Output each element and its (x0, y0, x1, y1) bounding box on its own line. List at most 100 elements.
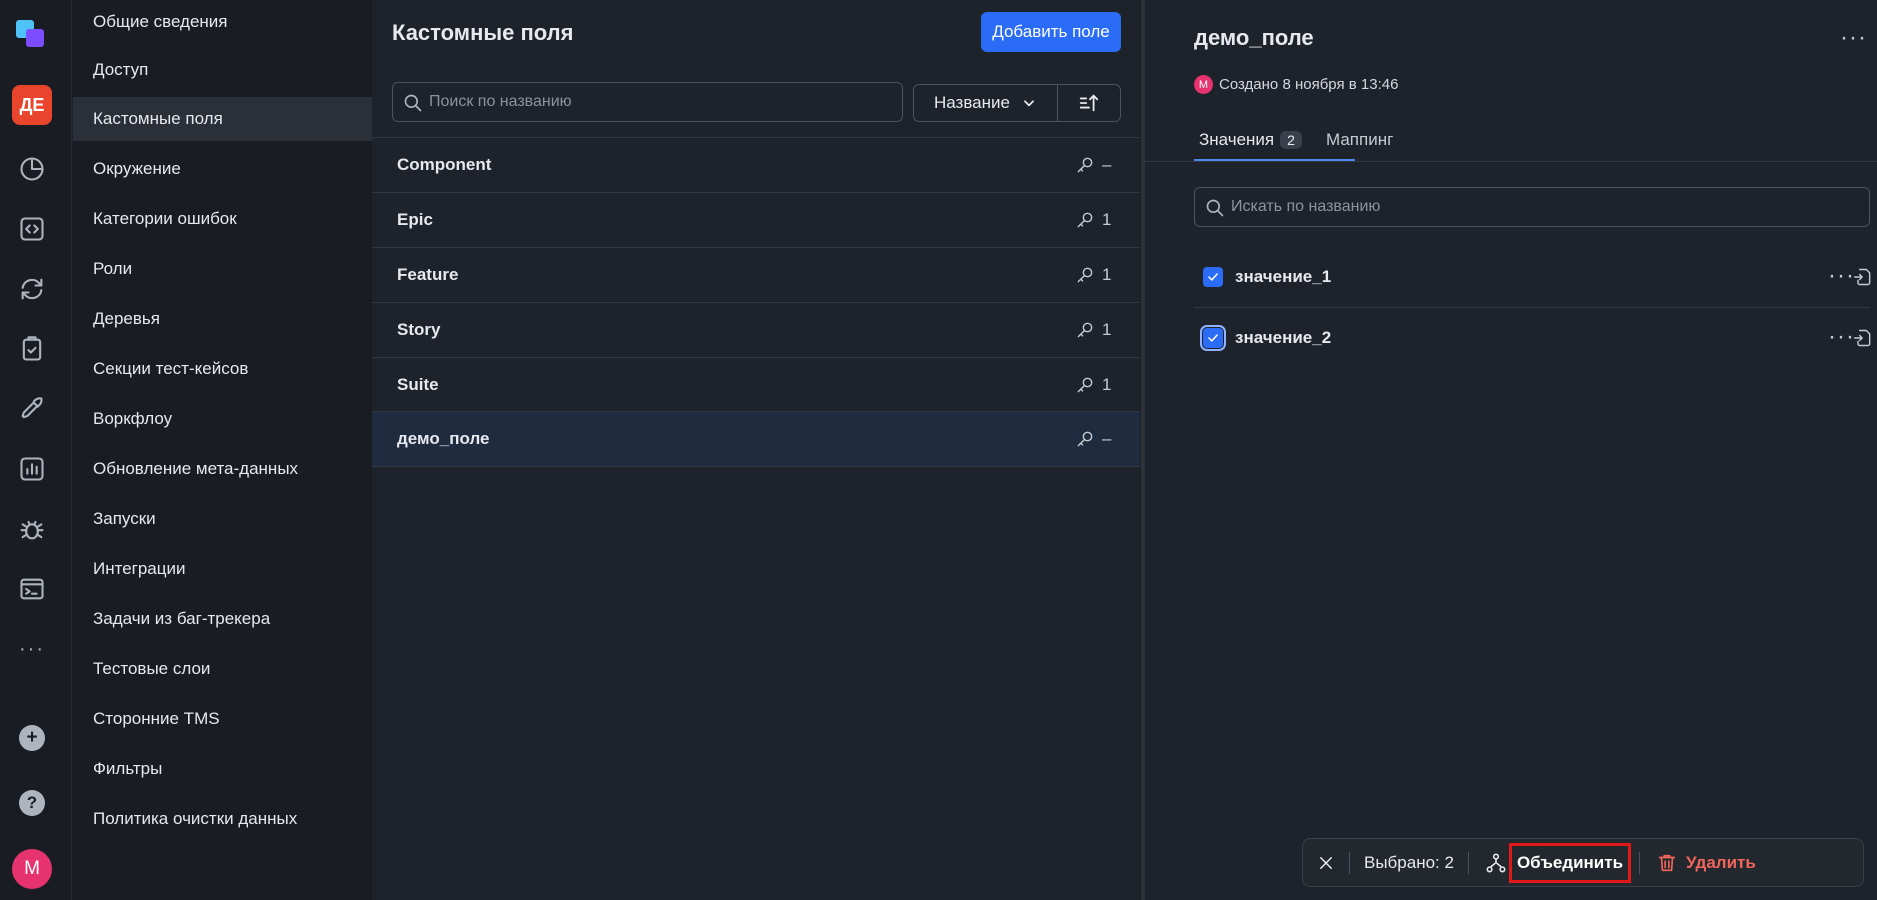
project-badge[interactable]: ДЕ (12, 85, 52, 125)
field-count: 1 (1102, 320, 1112, 339)
sort-select[interactable]: Название (913, 84, 1058, 122)
page-title: Кастомные поля (392, 20, 574, 45)
key-icon (1075, 155, 1095, 175)
add-field-button[interactable]: Добавить поле (981, 12, 1121, 52)
field-row-selected[interactable]: демо_поле – (372, 411, 1140, 466)
created-text: Создано 8 ноября в 13:46 (1219, 76, 1399, 93)
value-divider (1194, 307, 1870, 308)
dashboard-icon[interactable] (14, 151, 50, 187)
detail-title: демо_поле (1194, 25, 1314, 50)
user-avatar[interactable]: М (12, 849, 52, 889)
field-count: – (1102, 155, 1112, 174)
settings-item-environment[interactable]: Окружение (73, 147, 372, 191)
value-more-icon[interactable]: ··· (1828, 323, 1855, 351)
field-row[interactable]: Component – (372, 137, 1140, 192)
key-icon (1075, 320, 1095, 340)
value-row[interactable]: значение_2 1 (1194, 309, 1877, 367)
settings-item-error-categories[interactable]: Категории ошибок (73, 197, 372, 241)
app-rail: ДЕ ··· + ? М (0, 0, 72, 900)
value-name: значение_2 (1235, 328, 1332, 347)
field-detail-panel: демо_поле ··· М Создано 8 ноября в 13:46… (1145, 0, 1877, 900)
value-row[interactable]: значение_1 1 (1194, 248, 1877, 306)
fields-search-input[interactable] (429, 93, 902, 111)
settings-menu: Общие сведения Доступ Кастомные поля Окр… (73, 0, 372, 900)
field-row[interactable]: Epic 1 (372, 192, 1140, 247)
tab-values-count: 2 (1280, 131, 1302, 149)
bulk-action-bar: Выбрано: 2 Объединить Удалить (1302, 838, 1864, 887)
check-icon (1208, 334, 1218, 342)
code-icon[interactable] (14, 211, 50, 247)
field-name: Suite (397, 375, 439, 394)
settings-item-integrations[interactable]: Интеграции (73, 547, 372, 591)
more-icon[interactable]: ··· (14, 631, 50, 667)
close-icon[interactable] (1303, 854, 1349, 872)
terminal-icon[interactable] (14, 571, 50, 607)
field-row[interactable]: Story 1 (372, 302, 1140, 357)
key-icon (1075, 429, 1095, 449)
tabs-divider (1145, 161, 1877, 162)
settings-item-general[interactable]: Общие сведения (73, 0, 372, 44)
settings-item-filters[interactable]: Фильтры (73, 747, 372, 791)
usage-icon (1853, 328, 1873, 348)
key-icon (1075, 375, 1095, 395)
settings-item-workflow[interactable]: Воркфлоу (73, 397, 372, 441)
value-more-icon[interactable]: ··· (1828, 262, 1855, 290)
settings-item-testcase-sections[interactable]: Секции тест-кейсов (73, 347, 372, 391)
field-count: 1 (1102, 265, 1112, 284)
settings-item-third-party-tms[interactable]: Сторонние TMS (73, 697, 372, 741)
value-checkbox[interactable] (1200, 325, 1226, 351)
sort-ascending-icon (1079, 94, 1099, 112)
field-row[interactable]: Suite 1 (372, 357, 1140, 412)
bar-separator (1639, 851, 1641, 874)
merge-icon[interactable] (1485, 852, 1507, 874)
settings-item-custom-fields[interactable]: Кастомные поля (73, 97, 372, 141)
sort-select-label: Название (934, 93, 1010, 112)
bar-separator (1467, 851, 1469, 874)
values-search-input[interactable] (1231, 198, 1869, 216)
reports-icon[interactable] (14, 451, 50, 487)
settings-item-trees[interactable]: Деревья (73, 297, 372, 341)
bug-icon[interactable] (14, 511, 50, 547)
custom-fields-panel: Кастомные поля Добавить поле Название Co… (372, 0, 1140, 900)
tab-mapping[interactable]: Маппинг (1326, 130, 1393, 150)
merge-button[interactable]: Объединить (1508, 842, 1632, 883)
trash-icon[interactable] (1656, 852, 1678, 874)
key-icon (1075, 210, 1095, 230)
field-name: Story (397, 320, 441, 339)
refresh-icon[interactable] (14, 271, 50, 307)
field-name: Component (397, 155, 492, 174)
field-name: Epic (397, 210, 433, 229)
settings-item-bugtracker-issues[interactable]: Задачи из баг-трекера (73, 597, 372, 641)
launches-icon[interactable] (14, 391, 50, 427)
field-row[interactable]: Feature 1 (372, 247, 1140, 302)
field-name: Feature (397, 265, 459, 284)
creator-avatar: М (1194, 75, 1213, 94)
field-count: 1 (1102, 210, 1112, 229)
settings-item-access[interactable]: Доступ (73, 48, 372, 92)
settings-item-cleanup-policy[interactable]: Политика очистки данных (73, 797, 372, 841)
settings-item-launches[interactable]: Запуски (73, 497, 372, 541)
check-icon (1208, 273, 1218, 281)
list-divider (372, 466, 1140, 467)
created-info: М Создано 8 ноября в 13:46 (1194, 75, 1398, 94)
sort-direction-button[interactable] (1058, 84, 1121, 122)
delete-button[interactable]: Удалить (1686, 853, 1756, 873)
value-checkbox[interactable] (1203, 267, 1223, 287)
selected-count: Выбрано: 2 (1364, 852, 1454, 872)
app-logo-icon[interactable] (14, 16, 50, 52)
usage-icon (1853, 267, 1873, 287)
settings-item-roles[interactable]: Роли (73, 247, 372, 291)
tab-values[interactable]: Значения 2 (1199, 130, 1302, 150)
fields-search (392, 82, 903, 122)
testcases-icon[interactable] (14, 331, 50, 367)
detail-more-icon[interactable]: ··· (1840, 24, 1867, 52)
search-icon (1205, 198, 1225, 218)
tab-values-label: Значения (1199, 130, 1275, 149)
add-icon[interactable]: + (19, 725, 45, 751)
settings-item-test-layers[interactable]: Тестовые слои (73, 647, 372, 691)
help-icon[interactable]: ? (19, 790, 45, 816)
field-count: – (1102, 429, 1112, 448)
values-search (1194, 187, 1870, 227)
settings-item-metadata-update[interactable]: Обновление мета-данных (73, 447, 372, 491)
field-count: 1 (1102, 375, 1112, 394)
